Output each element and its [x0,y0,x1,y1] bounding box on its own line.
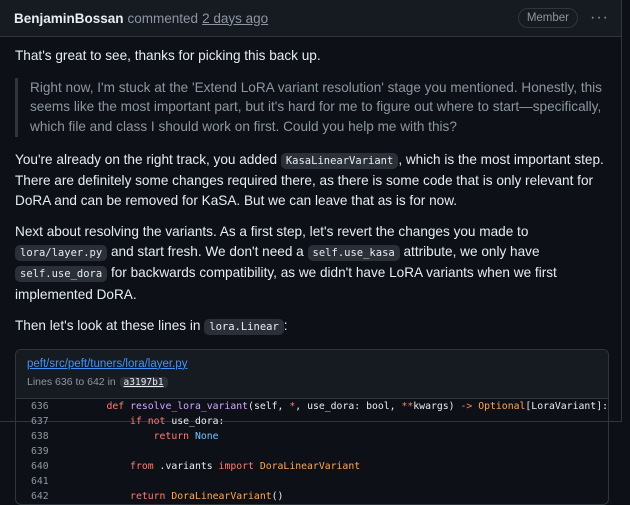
commit-sha-link[interactable]: a3197b1 [119,376,168,388]
line-number[interactable]: 636 [16,399,73,414]
text: attribute, we only have [399,243,540,259]
text: and start fresh. We don't need a [107,243,308,259]
comment-header: BenjaminBossan commented 2 days ago Memb… [0,0,621,37]
code-table: 636 def resolve_lora_variant(self, *, us… [16,399,608,504]
line-code: def resolve_lora_variant(self, *, use_do… [106,401,608,413]
code-permalink: peft/src/peft/tuners/lora/layer.py Lines… [15,348,609,505]
text: Then let's look at these lines in [15,318,205,334]
paragraph-resolve: Next about resolving the variants. As a … [15,222,607,304]
inline-code: lora.Linear [204,319,284,336]
inline-code: self.use_dora [15,266,108,283]
permalink-header: peft/src/peft/tuners/lora/layer.py Lines… [16,349,608,400]
line-code: return None [153,431,219,443]
permalink-lines-label: Lines 636 to 642 in [27,375,116,388]
line-number[interactable]: 638 [16,429,73,444]
member-badge: Member [517,8,579,28]
comment-card: BenjaminBossan commented 2 days ago Memb… [0,0,622,505]
timestamp-link[interactable]: 2 days ago [202,11,268,26]
quote-block: Right now, I'm stuck at the 'Extend LoRA… [15,77,607,137]
line-number[interactable]: 640 [16,459,73,474]
comment-action: commented [127,10,199,26]
line-number[interactable]: 642 [16,489,73,504]
author-link[interactable]: BenjaminBossan [14,11,124,26]
paragraph-intro: That's great to see, thanks for picking … [15,48,321,63]
inline-code: KasaLinearVariant [280,152,399,169]
text: : [283,318,288,334]
code-line: 642 return DoraLinearVariant() [16,489,608,504]
line-number[interactable]: 641 [16,474,73,489]
paragraph-track: You're already on the right track, you a… [15,150,607,211]
line-code [73,474,608,489]
line-code: return DoraLinearVariant() [130,491,284,503]
permalink-file-link[interactable]: peft/src/peft/tuners/lora/layer.py [27,357,597,371]
code-line: 638 return None [16,429,608,444]
paragraph-lines: Then let's look at these lines in lora.L… [15,316,607,338]
inline-code: self.use_kasa [307,244,400,261]
text: You're already on the right track, you a… [15,151,281,167]
code-line: 641 [16,474,608,489]
kebab-menu-icon[interactable]: ··· [590,9,609,27]
inline-code: lora/layer.py [15,244,108,261]
comment-body: That's great to see, thanks for picking … [0,37,621,505]
code-line: 640 from .variants import DoraLinearVari… [16,459,608,474]
code-line: 639 [16,444,608,459]
text: Next about resolving the variants. As a … [15,224,529,240]
code-line: 636 def resolve_lora_variant(self, *, us… [16,399,608,414]
line-code: from .variants import DoraLinearVariant [130,461,361,473]
line-code [73,444,608,459]
line-number[interactable]: 639 [16,444,73,459]
